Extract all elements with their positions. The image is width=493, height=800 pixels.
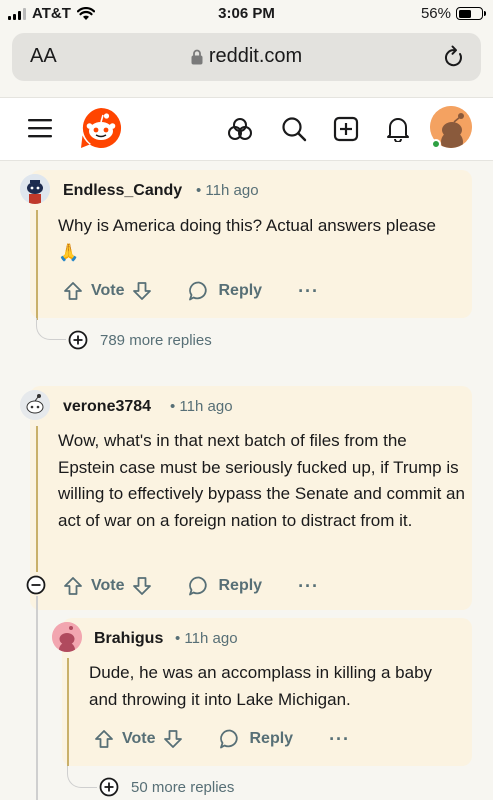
reply-button[interactable]: Reply [188,575,262,597]
comment-username[interactable]: verone3784 [63,398,151,416]
thread-connector [67,766,97,788]
search-icon[interactable] [281,116,307,142]
url-host: reddit.com [208,45,303,67]
comment-username[interactable]: Brahigus [94,630,163,648]
downvote-icon[interactable] [132,576,152,596]
more-replies-label: 50 more replies [131,778,235,796]
more-replies-link[interactable]: 50 more replies [99,777,234,797]
reload-icon[interactable] [443,45,465,69]
comment-time: 11h ago [184,630,238,647]
comment-timestamp: • 11h ago [196,182,259,199]
comment-body: Why is America doing this? Actual answer… [58,216,436,262]
vote-label: Vote [91,282,125,299]
reply-icon [189,576,208,596]
more-options-button[interactable]: ··· [298,576,319,597]
online-status-indicator [431,139,441,149]
more-replies-link[interactable]: 789 more replies [68,330,212,350]
battery-icon [456,7,486,20]
more-options-button[interactable]: ··· [298,281,319,302]
notifications-icon[interactable] [386,116,410,142]
thread-line [67,658,69,766]
reply-label: Reply [218,577,263,594]
comment-actions: Vote Reply ··· [63,280,319,302]
vote-control: Vote [63,576,152,596]
status-bar: AT&T 3:06 PM 56% [0,0,493,30]
address-bar[interactable]: AA reddit.com [12,33,481,81]
comment-time: 11h ago [205,182,259,199]
upvote-icon[interactable] [63,281,83,301]
battery-status: 56% [420,5,486,22]
vote-label: Vote [122,730,156,747]
thread-line [36,596,38,800]
comment-actions: Vote Reply ··· [94,728,350,750]
comment-time: 11h ago [179,398,233,415]
reply-icon [189,281,208,301]
vote-control: Vote [63,281,152,301]
url-display[interactable]: reddit.com [12,45,481,68]
more-options-button[interactable]: ··· [329,729,350,750]
reply-button[interactable]: Reply [188,280,262,302]
comment-actions: Vote Reply ··· [63,575,319,597]
comment-timestamp: • 11h ago [170,398,233,415]
reply-button[interactable]: Reply [219,728,293,750]
comment-timestamp: • 11h ago [175,630,238,647]
reply-icon [220,729,239,749]
vote-label: Vote [91,577,125,594]
vote-control: Vote [94,729,183,749]
comment-body: Dude, he was an accomplass in killing a … [89,663,433,709]
user-avatar[interactable] [20,390,50,420]
collapse-icon[interactable] [26,575,46,595]
user-avatar[interactable] [20,174,50,204]
more-replies-label: 789 more replies [100,331,212,349]
expand-icon [99,777,119,797]
thread-connector [36,318,66,340]
comment-body: Wow, what's in that next batch of files … [58,431,465,530]
menu-icon[interactable] [28,117,52,139]
downvote-icon[interactable] [163,729,183,749]
reply-label: Reply [218,282,263,299]
comment-thread: Endless_Candy • 11h ago Why is America d… [0,162,493,800]
top-navigation [0,97,493,161]
battery-percent: 56% [420,5,451,22]
thread-line [36,210,38,320]
thread-line [36,426,38,572]
expand-icon [68,330,88,350]
reddit-logo[interactable] [79,106,123,150]
lock-icon [191,49,203,65]
thread-connector [36,610,54,632]
upvote-icon[interactable] [63,576,83,596]
downvote-icon[interactable] [132,281,152,301]
reply-label: Reply [249,730,294,747]
comment-username[interactable]: Endless_Candy [63,182,182,200]
communities-icon[interactable] [227,116,253,142]
clock: 3:06 PM [218,5,275,22]
upvote-icon[interactable] [94,729,114,749]
user-avatar[interactable] [52,622,82,652]
create-post-icon[interactable] [333,116,359,142]
